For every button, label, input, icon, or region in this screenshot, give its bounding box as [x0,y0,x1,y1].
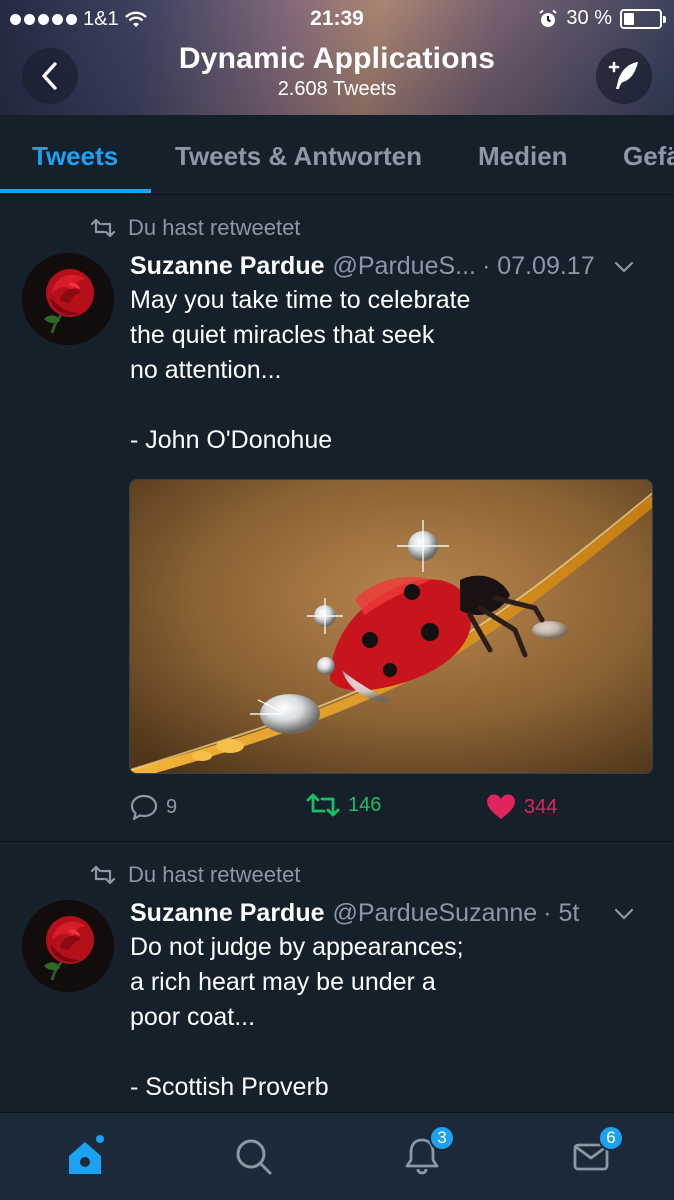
rose-avatar-image [22,253,114,345]
author-name[interactable]: Suzanne Pardue [130,252,325,281]
author-handle[interactable]: @PardueS... [333,252,477,281]
retweet-context: Du hast retweetet [90,862,300,888]
status-bar: 1&1 21:39 30 % [0,0,674,38]
battery-icon [620,8,666,29]
profile-tabs: Tweets Tweets & Antworten Medien Gefä [0,115,674,195]
retweet-count: 146 [348,793,382,816]
tweet-text: May you take time to celebrate the quiet… [130,286,471,454]
chevron-down-icon[interactable] [614,907,634,921]
retweet-icon [90,866,116,884]
retweet-context-label: Du hast retweetet [128,862,301,887]
notifications-tab[interactable]: 3 [397,1125,455,1181]
profile-nav-row: Dynamic Applications 2.608 Tweets [0,40,674,115]
avatar[interactable] [22,253,114,345]
retweet-icon [90,219,116,237]
tab-tweets[interactable]: Tweets [32,141,118,172]
active-tab-indicator [0,189,151,193]
retweet-icon [306,793,340,817]
status-right: 30 % [538,7,666,30]
tab-tweets-and-replies[interactable]: Tweets & Antworten [175,141,422,172]
tweet-date: · 07.09.17 [482,252,595,280]
tweet-card[interactable]: Du hast retweetet Suzanne Pardue @Pardue… [0,842,674,1112]
heart-icon [487,794,515,819]
bottom-tab-bar: 3 6 [0,1112,674,1200]
messages-badge: 6 [598,1125,624,1151]
alarm-clock-icon [539,9,558,27]
profile-name: Dynamic Applications [178,42,496,75]
search-icon [236,1139,272,1175]
retweet-context-label: Du hast retweetet [128,215,301,240]
reply-count: 9 [166,795,178,818]
author-name[interactable]: Suzanne Pardue [130,899,325,928]
compose-tweet-icon [608,61,638,89]
tweet-media-image[interactable] [129,479,653,774]
tab-likes[interactable]: Gefä [623,141,674,172]
compose-tweet-button[interactable] [596,48,652,104]
reply-button[interactable]: 9 [130,793,177,821]
chevron-down-icon[interactable] [614,260,634,274]
rose-avatar-image [22,900,114,992]
search-tab[interactable] [228,1131,278,1181]
tweet-actions: 9 146 344 [0,793,674,833]
battery-percentage: 30 % [566,7,612,29]
retweet-context: Du hast retweetet [90,215,300,241]
notifications-badge: 3 [429,1125,455,1151]
tweet-header: Suzanne Pardue @PardueSuzanne · 5t [130,899,654,928]
home-icon [69,1135,104,1174]
ladybug-photo [130,480,652,773]
tweet-header: Suzanne Pardue @PardueS... · 07.09.17 [130,252,654,281]
avatar[interactable] [22,900,114,992]
like-count: 344 [524,795,558,818]
tweet-text: Do not judge by appearances; a rich hear… [130,933,464,1101]
tab-media[interactable]: Medien [478,141,568,172]
author-handle[interactable]: @PardueSuzanne [333,899,538,928]
messages-tab[interactable]: 6 [566,1125,624,1181]
profile-header: 1&1 21:39 30 % Dynamic Applications 2.60… [0,0,674,115]
like-button[interactable]: 344 [486,793,557,821]
retweet-button[interactable]: 146 [306,793,381,817]
tweet-date: · 5t [543,899,580,927]
tweet-count: 2.608 Tweets [277,78,397,100]
tweet-card[interactable]: Du hast retweetet Suzanne Pardue @Pardue… [0,195,674,840]
home-tab[interactable] [60,1131,110,1181]
reply-icon [130,794,158,821]
